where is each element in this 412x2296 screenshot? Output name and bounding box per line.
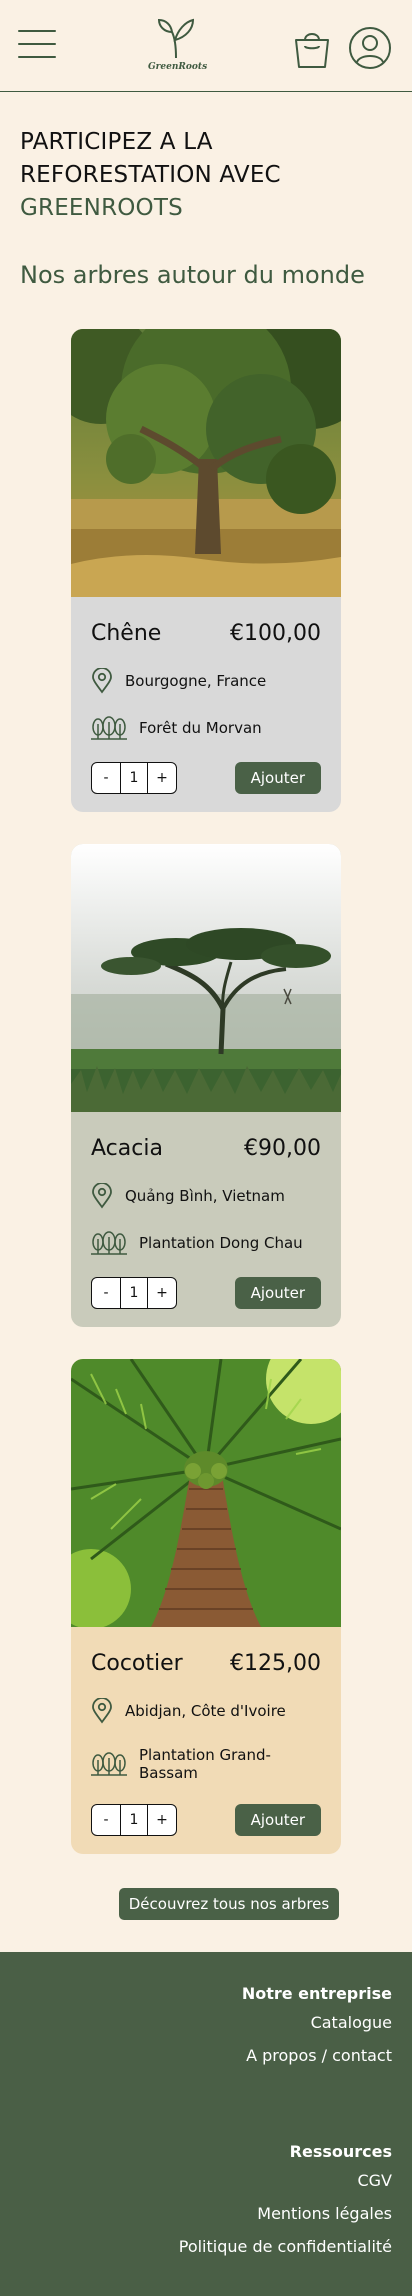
- footer-link-legal-notice[interactable]: Mentions légales: [20, 2197, 392, 2230]
- footer-link-privacy-policy[interactable]: Politique de confidentialité: [20, 2230, 392, 2263]
- map-pin-icon: [92, 1698, 112, 1724]
- footer-link-catalogue[interactable]: Catalogue: [20, 2006, 392, 2039]
- hero-title-line1: PARTICIPEZ A LA: [20, 129, 213, 155]
- increment-button[interactable]: +: [148, 763, 176, 793]
- hero-title-line2: REFORESTATION AVEC: [20, 162, 281, 188]
- hero-title: PARTICIPEZ A LA REFORESTATION AVEC GREEN…: [20, 126, 392, 225]
- hero-title-brand: GREENROOTS: [20, 195, 183, 221]
- site-header: GreenRoots: [0, 0, 412, 92]
- product-project: Plantation Grand-Bassam: [139, 1746, 271, 1782]
- map-pin-icon: [92, 1183, 112, 1209]
- sprout-icon: [157, 18, 195, 59]
- decrement-button[interactable]: -: [92, 1278, 120, 1308]
- coconut-palm-image: [71, 1359, 341, 1627]
- product-location: Quảng Bình, Vietnam: [125, 1187, 285, 1205]
- acacia-tree-image: [71, 844, 341, 1112]
- quantity-field[interactable]: 1: [120, 1805, 148, 1835]
- product-card: Chêne €100,00 Bourgogne, France Forêt du…: [71, 329, 341, 812]
- hamburger-menu-icon[interactable]: [18, 30, 56, 62]
- product-project: Plantation Dong Chau: [139, 1234, 303, 1252]
- product-price: €100,00: [230, 621, 321, 646]
- product-location: Bourgogne, France: [125, 672, 267, 690]
- quantity-stepper: - 1 +: [91, 1277, 177, 1309]
- product-name: Chêne: [91, 621, 162, 646]
- footer-link-about-contact[interactable]: A propos / contact: [20, 2039, 392, 2072]
- add-to-cart-button[interactable]: Ajouter: [234, 1277, 321, 1309]
- product-project: Forêt du Morvan: [139, 719, 262, 737]
- logo-text: GreenRoots: [148, 62, 208, 72]
- site-footer: Notre entreprise Catalogue A propos / co…: [0, 1952, 412, 2296]
- decrement-button[interactable]: -: [92, 763, 120, 793]
- product-price: €125,00: [230, 1651, 321, 1676]
- quantity-field[interactable]: 1: [120, 1278, 148, 1308]
- shopping-bag-icon[interactable]: [292, 26, 332, 70]
- user-icon[interactable]: [348, 26, 392, 70]
- product-name: Cocotier: [91, 1651, 183, 1676]
- product-card: Cocotier €125,00 Abidjan, Côte d'Ivoire …: [71, 1359, 341, 1854]
- footer-link-cgv[interactable]: CGV: [20, 2164, 392, 2197]
- footer-company-title: Notre entreprise: [241, 1984, 392, 2003]
- product-location: Abidjan, Côte d'Ivoire: [125, 1702, 286, 1720]
- product-price: €90,00: [244, 1136, 321, 1161]
- forest-icon: [91, 716, 127, 740]
- increment-button[interactable]: +: [148, 1805, 176, 1835]
- discover-all-trees-button[interactable]: Découvrez tous nos arbres: [119, 1888, 339, 1920]
- product-card: Acacia €90,00 Quảng Bình, Vietnam Planta…: [71, 844, 341, 1327]
- section-title: Nos arbres autour du monde: [20, 261, 365, 289]
- product-name: Acacia: [91, 1136, 163, 1161]
- add-to-cart-button[interactable]: Ajouter: [234, 1804, 321, 1836]
- quantity-stepper: - 1 +: [91, 1804, 177, 1836]
- forest-icon: [91, 1752, 127, 1776]
- oak-tree-image: [71, 329, 341, 597]
- increment-button[interactable]: +: [148, 1278, 176, 1308]
- forest-icon: [91, 1231, 127, 1255]
- map-pin-icon: [92, 668, 112, 694]
- footer-resources-title: Ressources: [289, 2142, 392, 2161]
- add-to-cart-button[interactable]: Ajouter: [234, 762, 321, 794]
- quantity-field[interactable]: 1: [120, 763, 148, 793]
- logo[interactable]: GreenRoots: [148, 16, 208, 76]
- decrement-button[interactable]: -: [92, 1805, 120, 1835]
- quantity-stepper: - 1 +: [91, 762, 177, 794]
